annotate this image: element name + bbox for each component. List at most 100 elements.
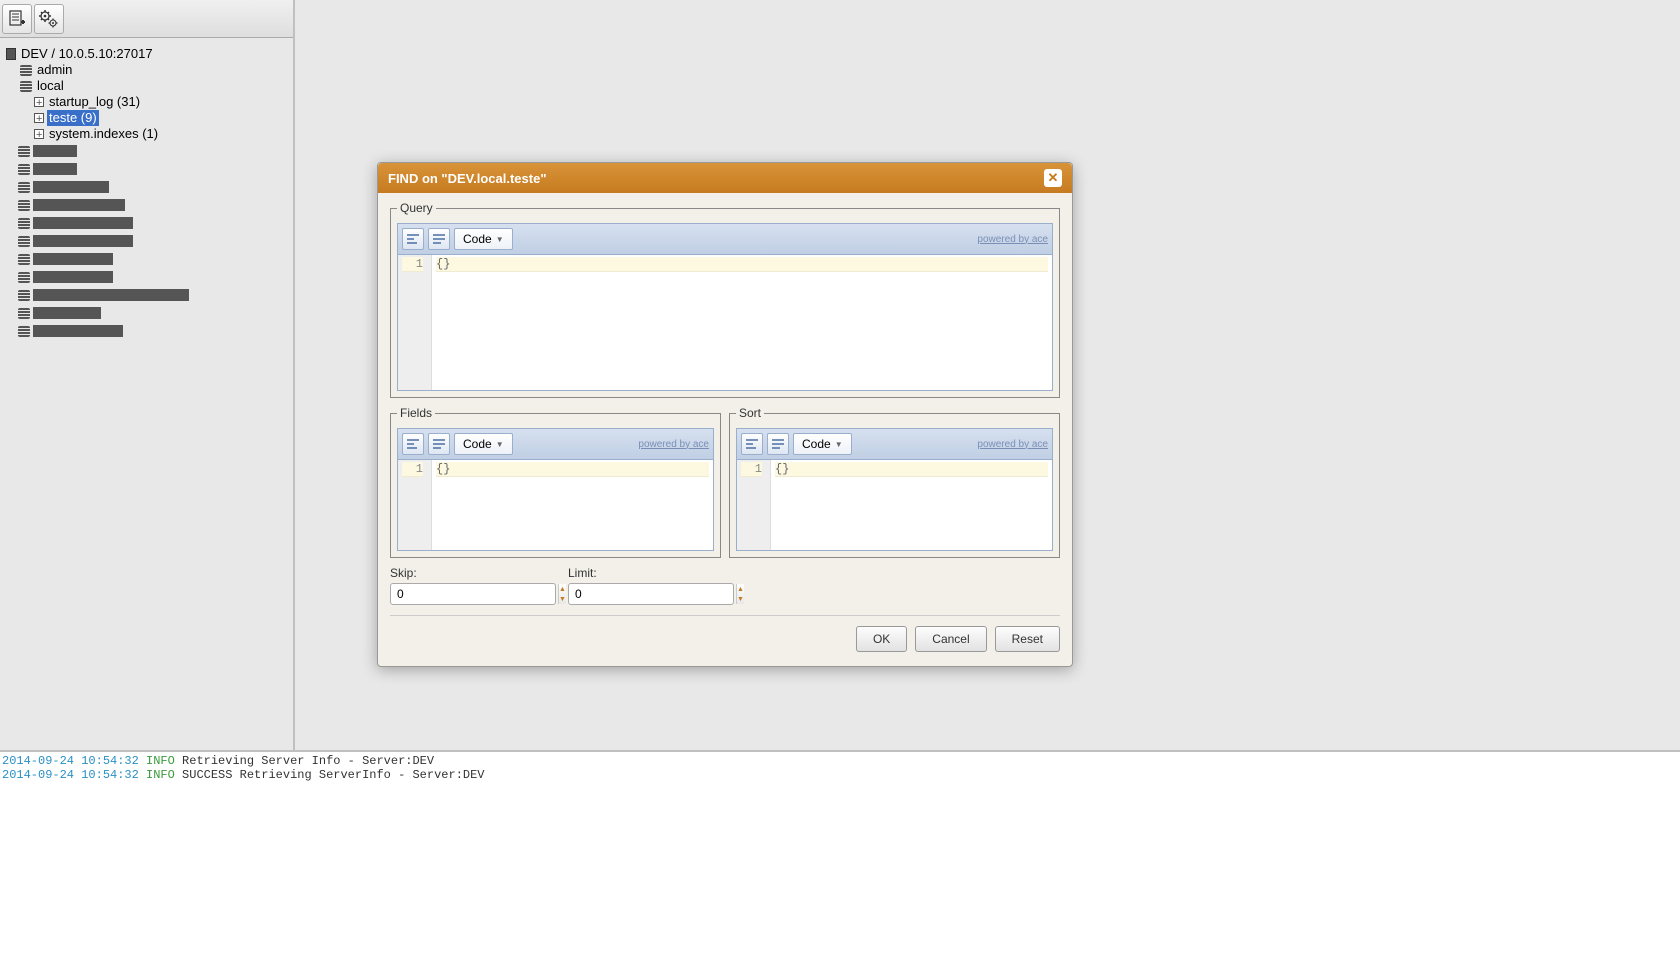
collection-label: startup_log (31) bbox=[47, 94, 142, 110]
redacted-label bbox=[33, 163, 77, 175]
new-connection-button[interactable] bbox=[2, 4, 32, 34]
tree-db-admin[interactable]: admin bbox=[18, 62, 289, 78]
code-text[interactable]: {} bbox=[771, 460, 1052, 550]
tree-db-redacted[interactable] bbox=[18, 160, 289, 178]
align-left-icon bbox=[745, 438, 759, 450]
tree-db-redacted[interactable] bbox=[18, 304, 289, 322]
code-mode-label: Code bbox=[802, 437, 831, 451]
indent-right-button[interactable] bbox=[428, 228, 450, 250]
sort-code-area[interactable]: 1 {} bbox=[737, 460, 1052, 550]
code-mode-label: Code bbox=[463, 232, 492, 246]
reset-button[interactable]: Reset bbox=[995, 626, 1060, 652]
database-icon bbox=[18, 308, 30, 319]
limit-label: Limit: bbox=[568, 566, 734, 580]
dialog-actions: OK Cancel Reset bbox=[390, 615, 1060, 654]
limit-input[interactable] bbox=[569, 584, 736, 604]
log-line: 2014-09-24 10:54:32 INFO SUCCESS Retriev… bbox=[2, 768, 1678, 782]
limit-spinner: ▲ ▼ bbox=[568, 583, 734, 605]
ok-button[interactable]: OK bbox=[856, 626, 907, 652]
tree-db-redacted[interactable] bbox=[18, 142, 289, 160]
tree-db-redacted[interactable] bbox=[18, 232, 289, 250]
close-icon: ✕ bbox=[1048, 170, 1059, 186]
tree-db-redacted[interactable] bbox=[18, 268, 289, 286]
code-text[interactable]: {} bbox=[432, 460, 713, 550]
tree-db-redacted[interactable] bbox=[18, 250, 289, 268]
gutter: 1 bbox=[398, 255, 432, 390]
sort-legend: Sort bbox=[736, 406, 764, 420]
fields-editor: Code ▼ powered by ace 1 {} bbox=[397, 428, 714, 551]
code-text[interactable]: {} bbox=[432, 255, 1052, 390]
fields-code-area[interactable]: 1 {} bbox=[398, 460, 713, 550]
document-plus-icon bbox=[7, 9, 27, 29]
powered-by-link[interactable]: powered by ace bbox=[638, 439, 709, 450]
dialog-title: FIND on "DEV.local.teste" bbox=[388, 171, 547, 186]
gutter: 1 bbox=[737, 460, 771, 550]
query-code-area[interactable]: 1 {} bbox=[398, 255, 1052, 390]
code-mode-dropdown[interactable]: Code ▼ bbox=[793, 433, 852, 455]
code-mode-dropdown[interactable]: Code ▼ bbox=[454, 228, 513, 250]
skip-down-button[interactable]: ▼ bbox=[559, 594, 566, 604]
indent-right-button[interactable] bbox=[767, 433, 789, 455]
fields-legend: Fields bbox=[397, 406, 435, 420]
tree-db-redacted[interactable] bbox=[18, 322, 289, 340]
settings-button[interactable] bbox=[34, 4, 64, 34]
skip-spinner: ▲ ▼ bbox=[390, 583, 556, 605]
align-lines-icon bbox=[432, 438, 446, 450]
skip-label: Skip: bbox=[390, 566, 556, 580]
chevron-down-icon: ▼ bbox=[835, 440, 843, 449]
powered-by-link[interactable]: powered by ace bbox=[977, 234, 1048, 245]
redacted-label bbox=[33, 217, 133, 229]
find-dialog: FIND on "DEV.local.teste" ✕ Query bbox=[377, 162, 1073, 667]
fields-fieldset: Fields Code ▼ powered by ace bbox=[390, 406, 721, 558]
tree-server-node[interactable]: DEV / 10.0.5.10:27017 bbox=[4, 46, 289, 62]
query-fieldset: Query Code ▼ bbox=[390, 201, 1060, 398]
dialog-close-button[interactable]: ✕ bbox=[1044, 169, 1062, 187]
indent-left-button[interactable] bbox=[402, 433, 424, 455]
editor-toolbar: Code ▼ powered by ace bbox=[398, 429, 713, 460]
limit-down-button[interactable]: ▼ bbox=[737, 594, 744, 604]
redacted-label bbox=[33, 235, 133, 247]
gears-icon bbox=[38, 8, 60, 30]
redacted-label bbox=[33, 289, 189, 301]
tree-db-redacted[interactable] bbox=[18, 214, 289, 232]
tree-db-redacted[interactable] bbox=[18, 286, 289, 304]
editor-toolbar: Code ▼ powered by ace bbox=[737, 429, 1052, 460]
query-legend: Query bbox=[397, 201, 436, 215]
database-icon bbox=[18, 254, 30, 265]
redacted-label bbox=[33, 181, 109, 193]
redacted-label bbox=[33, 307, 101, 319]
tree-db-local[interactable]: local bbox=[18, 78, 289, 94]
skip-input[interactable] bbox=[391, 584, 558, 604]
tree-db-redacted[interactable] bbox=[18, 178, 289, 196]
database-icon bbox=[18, 164, 30, 175]
chevron-down-icon: ▼ bbox=[496, 235, 504, 244]
tree-collection-system-indexes[interactable]: system.indexes (1) bbox=[32, 126, 289, 142]
db-label: local bbox=[35, 78, 66, 94]
collection-icon bbox=[34, 97, 44, 107]
skip-up-button[interactable]: ▲ bbox=[559, 584, 566, 594]
database-icon bbox=[18, 182, 30, 193]
tree-collection-startup-log[interactable]: startup_log (31) bbox=[32, 94, 289, 110]
sort-editor: Code ▼ powered by ace 1 {} bbox=[736, 428, 1053, 551]
tree-db-redacted[interactable] bbox=[18, 196, 289, 214]
database-icon bbox=[20, 65, 32, 76]
indent-left-button[interactable] bbox=[741, 433, 763, 455]
sidebar-toolbar bbox=[0, 0, 293, 38]
database-icon bbox=[18, 272, 30, 283]
gutter: 1 bbox=[398, 460, 432, 550]
limit-up-button[interactable]: ▲ bbox=[737, 584, 744, 594]
cancel-button[interactable]: Cancel bbox=[915, 626, 986, 652]
indent-right-button[interactable] bbox=[428, 433, 450, 455]
database-icon bbox=[18, 146, 30, 157]
dialog-title-bar: FIND on "DEV.local.teste" ✕ bbox=[378, 163, 1072, 193]
tree-collection-teste[interactable]: teste (9) bbox=[32, 110, 289, 126]
code-mode-label: Code bbox=[463, 437, 492, 451]
indent-left-button[interactable] bbox=[402, 228, 424, 250]
redacted-label bbox=[33, 325, 123, 337]
powered-by-link[interactable]: powered by ace bbox=[977, 439, 1048, 450]
code-mode-dropdown[interactable]: Code ▼ bbox=[454, 433, 513, 455]
redacted-label bbox=[33, 271, 113, 283]
align-left-icon bbox=[406, 438, 420, 450]
server-icon bbox=[6, 48, 16, 60]
sidebar: DEV / 10.0.5.10:27017 admin local startu… bbox=[0, 0, 295, 750]
